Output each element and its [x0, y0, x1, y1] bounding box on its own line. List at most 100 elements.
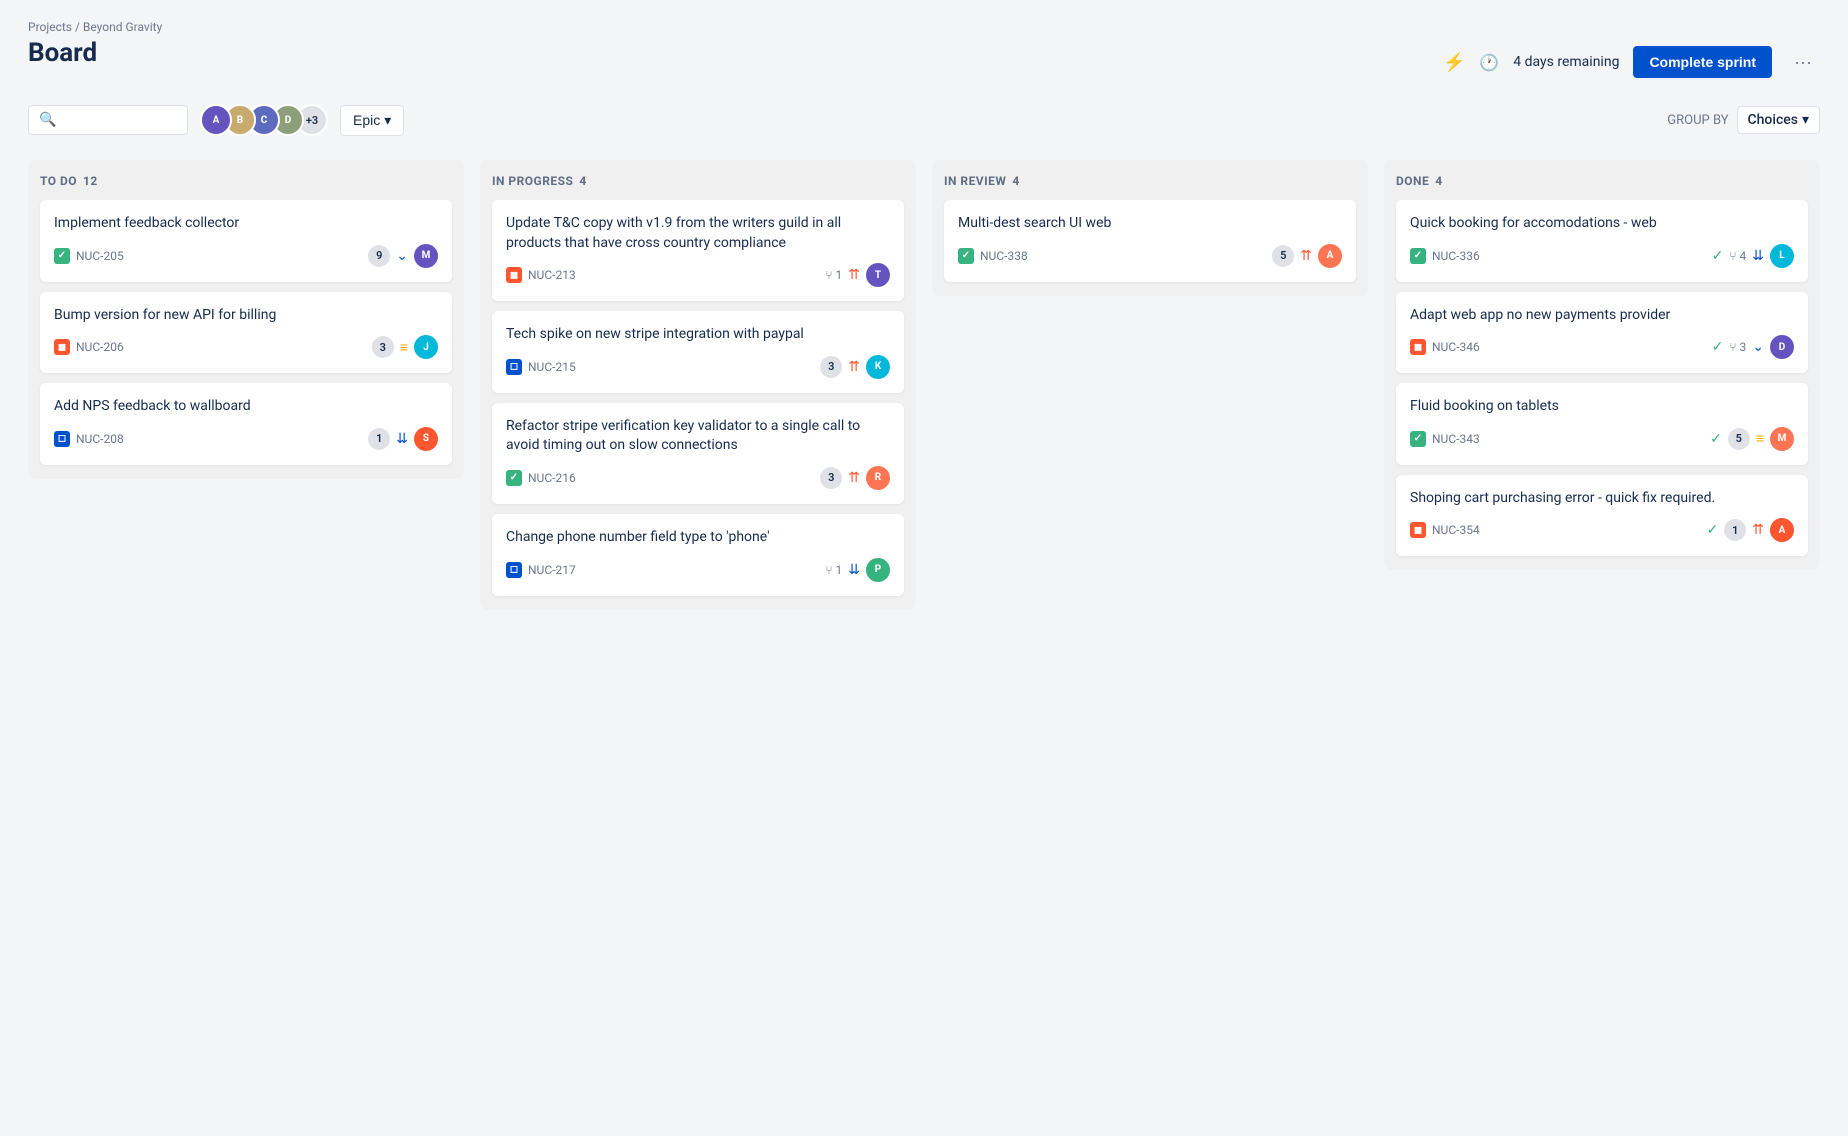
- card-NUC-338[interactable]: Multi-dest search UI web ✓ NUC-338 5⇈A: [944, 200, 1356, 282]
- card-avatar-NUC-205: M: [414, 244, 438, 268]
- search-box[interactable]: 🔍: [28, 105, 188, 135]
- card-meta-left-NUC-354: ◼ NUC-354: [1410, 522, 1480, 538]
- card-title-NUC-354: Shoping cart purchasing error - quick fi…: [1410, 489, 1794, 509]
- avatar-1[interactable]: A: [200, 104, 232, 136]
- column-todo: TO DO 12 Implement feedback collector ✓ …: [28, 160, 464, 479]
- points-NUC-338: 5: [1272, 245, 1294, 267]
- points-NUC-206: 3: [372, 336, 394, 358]
- filter-left: 🔍 A B C D +3 Epic ▾: [28, 104, 404, 136]
- more-button[interactable]: ···: [1786, 48, 1820, 77]
- card-NUC-217[interactable]: Change phone number field type to 'phone…: [492, 514, 904, 596]
- story-icon: ✓: [506, 470, 522, 486]
- points-NUC-208: 1: [368, 428, 390, 450]
- card-title-NUC-216: Refactor stripe verification key validat…: [506, 417, 890, 456]
- card-meta-NUC-206: ◼ NUC-206 3≡J: [54, 335, 438, 359]
- task-icon: ◻: [506, 359, 522, 375]
- card-NUC-205[interactable]: Implement feedback collector ✓ NUC-205 9…: [40, 200, 452, 282]
- card-NUC-343[interactable]: Fluid booking on tablets ✓ NUC-343 ✓5≡M: [1396, 383, 1808, 465]
- card-meta-right-NUC-206: 3≡J: [372, 335, 438, 359]
- points-NUC-216: 3: [820, 467, 842, 489]
- days-remaining: 4 days remaining: [1513, 54, 1619, 70]
- priority-medium-icon: ≡: [400, 339, 408, 356]
- card-meta-left-NUC-343: ✓ NUC-343: [1410, 431, 1480, 447]
- card-meta-right-NUC-336: ✓⑂ 4⇊L: [1712, 244, 1794, 268]
- card-avatar-NUC-208: S: [414, 427, 438, 451]
- issue-id-NUC-216: NUC-216: [528, 471, 576, 485]
- column-count-inreview: 4: [1012, 174, 1019, 188]
- search-input[interactable]: [62, 113, 177, 128]
- column-header-done: DONE 4: [1396, 174, 1808, 188]
- bug-icon: ◼: [1410, 522, 1426, 538]
- card-meta-NUC-205: ✓ NUC-205 9⌄M: [54, 244, 438, 268]
- pr-icon-NUC-213: ⑂ 1: [825, 268, 842, 282]
- card-meta-left-NUC-216: ✓ NUC-216: [506, 470, 576, 486]
- card-meta-right-NUC-217: ⑂ 1⇊P: [825, 558, 890, 582]
- card-meta-NUC-217: ◻ NUC-217 ⑂ 1⇊P: [506, 558, 890, 582]
- card-NUC-336[interactable]: Quick booking for accomodations - web ✓ …: [1396, 200, 1808, 282]
- card-meta-left-NUC-346: ◼ NUC-346: [1410, 339, 1480, 355]
- card-meta-NUC-213: ◼ NUC-213 ⑂ 1⇈T: [506, 263, 890, 287]
- issue-id-NUC-217: NUC-217: [528, 563, 576, 577]
- column-done: DONE 4 Quick booking for accomodations -…: [1384, 160, 1820, 570]
- card-avatar-NUC-346: D: [1770, 335, 1794, 359]
- filter-bar: 🔍 A B C D +3 Epic ▾: [28, 104, 1820, 136]
- card-title-NUC-217: Change phone number field type to 'phone…: [506, 528, 890, 548]
- column-title-done: DONE: [1396, 174, 1429, 188]
- issue-id-NUC-205: NUC-205: [76, 249, 124, 263]
- issue-id-NUC-206: NUC-206: [76, 340, 124, 354]
- complete-sprint-button[interactable]: Complete sprint: [1633, 46, 1772, 78]
- pr-icon-NUC-346: ⑂ 3: [1729, 340, 1746, 354]
- column-header-inreview: IN REVIEW 4: [944, 174, 1356, 188]
- group-by-area: GROUP BY Choices ▾: [1667, 106, 1820, 134]
- task-icon: ◻: [506, 562, 522, 578]
- card-NUC-215[interactable]: Tech spike on new stripe integration wit…: [492, 311, 904, 393]
- choices-chevron-icon: ▾: [1802, 112, 1809, 128]
- priority-high-icon: ⇈: [848, 359, 860, 375]
- card-meta-left-NUC-336: ✓ NUC-336: [1410, 248, 1480, 264]
- card-meta-left-NUC-217: ◻ NUC-217: [506, 562, 576, 578]
- pr-count-NUC-217: 1: [836, 563, 843, 577]
- card-meta-right-NUC-205: 9⌄M: [368, 244, 438, 268]
- card-avatar-NUC-354: A: [1770, 518, 1794, 542]
- card-NUC-213[interactable]: Update T&C copy with v1.9 from the write…: [492, 200, 904, 301]
- card-NUC-206[interactable]: Bump version for new API for billing ◼ N…: [40, 292, 452, 374]
- lightning-icon: ⚡: [1443, 52, 1465, 73]
- card-title-NUC-205: Implement feedback collector: [54, 214, 438, 234]
- priority-high-icon: ⇈: [1752, 522, 1764, 538]
- card-NUC-216[interactable]: Refactor stripe verification key validat…: [492, 403, 904, 504]
- card-meta-NUC-216: ✓ NUC-216 3⇈R: [506, 466, 890, 490]
- card-title-NUC-206: Bump version for new API for billing: [54, 306, 438, 326]
- issue-id-NUC-336: NUC-336: [1432, 249, 1480, 263]
- card-meta-NUC-338: ✓ NUC-338 5⇈A: [958, 244, 1342, 268]
- card-avatar-NUC-336: L: [1770, 244, 1794, 268]
- choices-dropdown[interactable]: Choices ▾: [1737, 106, 1820, 134]
- card-meta-left-NUC-338: ✓ NUC-338: [958, 248, 1028, 264]
- card-meta-NUC-336: ✓ NUC-336 ✓⑂ 4⇊L: [1410, 244, 1794, 268]
- column-count-done: 4: [1435, 174, 1442, 188]
- issue-id-NUC-215: NUC-215: [528, 360, 576, 374]
- pr-icon-NUC-217: ⑂ 1: [825, 563, 842, 577]
- group-by-label: GROUP BY: [1667, 113, 1728, 128]
- card-meta-right-NUC-216: 3⇈R: [820, 466, 890, 490]
- avatar-group: A B C D +3: [200, 104, 328, 136]
- issue-id-NUC-343: NUC-343: [1432, 432, 1480, 446]
- card-NUC-346[interactable]: Adapt web app no new payments provider ◼…: [1396, 292, 1808, 374]
- bug-icon: ◼: [1410, 339, 1426, 355]
- epic-dropdown[interactable]: Epic ▾: [340, 105, 404, 136]
- column-count-inprogress: 4: [579, 174, 586, 188]
- card-meta-right-NUC-343: ✓5≡M: [1710, 427, 1794, 451]
- check-icon-NUC-346: ✓: [1712, 339, 1724, 355]
- card-meta-right-NUC-354: ✓1⇈A: [1707, 518, 1794, 542]
- epic-chevron-icon: ▾: [384, 112, 391, 129]
- pr-icon-NUC-336: ⑂ 4: [1729, 249, 1746, 263]
- card-meta-NUC-346: ◼ NUC-346 ✓⑂ 3⌄D: [1410, 335, 1794, 359]
- card-title-NUC-338: Multi-dest search UI web: [958, 214, 1342, 234]
- issue-id-NUC-213: NUC-213: [528, 268, 576, 282]
- column-inreview: IN REVIEW 4 Multi-dest search UI web ✓ N…: [932, 160, 1368, 296]
- pr-count-NUC-336: 4: [1740, 249, 1747, 263]
- card-NUC-208[interactable]: Add NPS feedback to wallboard ◻ NUC-208 …: [40, 383, 452, 465]
- card-NUC-354[interactable]: Shoping cart purchasing error - quick fi…: [1396, 475, 1808, 557]
- story-icon: ✓: [1410, 431, 1426, 447]
- breadcrumb: Projects / Beyond Gravity: [28, 20, 1820, 34]
- choices-label: Choices: [1748, 112, 1798, 128]
